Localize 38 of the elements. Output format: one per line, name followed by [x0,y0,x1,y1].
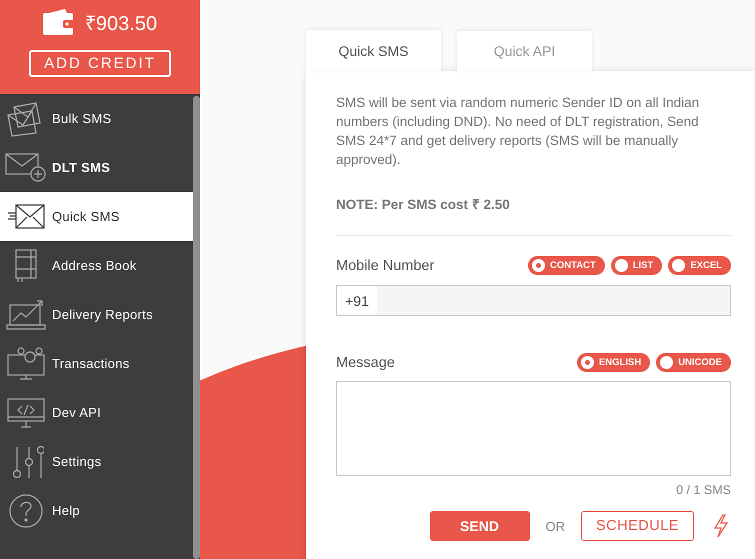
tab[interactable]: Quick SMS [306,30,441,71]
wallet-icon [42,9,75,35]
nav-item[interactable]: Dev API [0,388,193,437]
nav-item[interactable]: Bulk SMS [0,94,193,143]
nav-item[interactable]: Quick SMS [0,192,193,241]
envelope-plus-icon [5,152,47,182]
monitor-coins-icon [6,346,46,380]
add-credit-button[interactable]: ADD CREDIT [29,50,171,77]
description-text: SMS will be sent via random numeric Sender ID on all Indian numbers (including DND). No need of DLT registration, Send SMS 24*7 and get delivery reports (SMS will be manually approved). [336,94,700,169]
scrollbar[interactable] [193,96,200,559]
nav-item[interactable]: Help [0,486,193,535]
nav-item[interactable]: Settings [0,437,193,486]
radio-option[interactable]: EXCEL [668,256,731,275]
monitor-code-icon [6,396,46,428]
cost-note: NOTE: Per SMS cost ₹ 2.50 [336,196,511,213]
laptop-chart-icon [6,298,46,330]
help-icon [9,494,43,528]
nav-item[interactable]: Transactions [0,339,193,388]
message-field[interactable] [336,381,731,476]
nav-item[interactable]: Address Book [0,241,193,290]
sms-counter: 0 / 1 SMS [676,483,731,497]
notebook-icon [14,248,38,282]
schedule-button[interactable]: SCHEDULE [581,511,694,541]
radio-option[interactable]: UNICODE [656,353,731,372]
or-text: OR [546,518,565,534]
radio-option[interactable]: CONTACT [528,256,605,275]
field-label: Mobile Number [336,258,434,274]
radio-option[interactable]: ENGLISH [576,353,650,372]
lightning-icon[interactable] [713,514,729,538]
country-code: +91 [337,286,377,315]
wallet-balance: ₹903.50 [84,12,158,36]
radio-option[interactable]: LIST [610,256,662,275]
envelope-icon [7,204,45,230]
send-button[interactable]: SEND [430,511,530,541]
mobile-number-field[interactable]: +91 [336,285,731,316]
field-label: Message [336,354,395,370]
nav-item[interactable]: DLT SMS [0,143,193,192]
nav-item[interactable]: Delivery Reports [0,290,193,339]
